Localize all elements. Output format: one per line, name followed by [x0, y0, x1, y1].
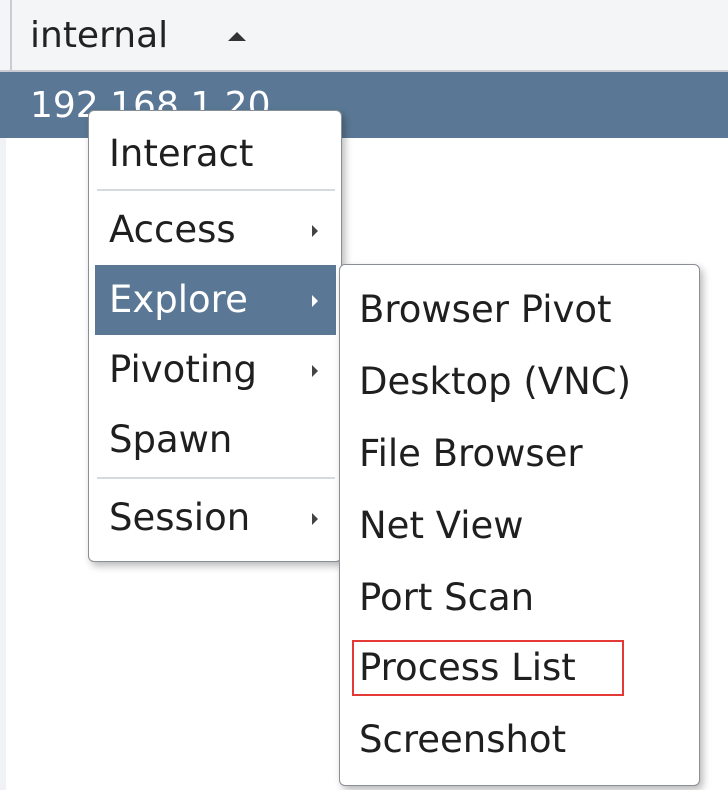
submenu-item-desktop-vnc[interactable]: Desktop (VNC): [348, 345, 692, 415]
menu-item-label: Pivoting: [109, 348, 258, 391]
menu-item-pivoting[interactable]: Pivoting: [95, 335, 336, 405]
submenu-item-label: Desktop (VNC): [359, 360, 632, 403]
submenu-item-label: Browser Pivot: [359, 288, 612, 331]
explore-submenu: Browser Pivot Desktop (VNC) File Browser…: [339, 264, 700, 786]
submenu-arrow-icon: [312, 365, 318, 377]
menu-item-explore[interactable]: Explore: [95, 265, 336, 335]
header-divider: [10, 0, 12, 72]
menu-item-label: Access: [109, 208, 236, 251]
table-header: internal: [0, 0, 728, 72]
table-left-edge: [0, 138, 6, 790]
submenu-arrow-icon: [312, 225, 318, 237]
submenu-item-port-scan[interactable]: Port Scan: [348, 561, 692, 631]
menu-item-session[interactable]: Session: [95, 483, 336, 553]
submenu-item-label: Screenshot: [359, 718, 567, 761]
menu-item-label: Explore: [109, 278, 248, 321]
submenu-item-label: Net View: [359, 504, 524, 547]
submenu-item-screenshot[interactable]: Screenshot: [348, 703, 692, 773]
submenu-item-net-view[interactable]: Net View: [348, 489, 692, 559]
menu-separator: [97, 189, 335, 191]
menu-item-interact[interactable]: Interact: [95, 119, 336, 189]
submenu-item-process-list[interactable]: Process List: [348, 631, 692, 701]
menu-item-access[interactable]: Access: [95, 195, 336, 265]
submenu-arrow-icon: [312, 513, 318, 525]
column-header-internal[interactable]: internal: [30, 14, 168, 58]
submenu-item-file-browser[interactable]: File Browser: [348, 417, 692, 487]
menu-separator: [97, 477, 335, 479]
menu-item-label: Spawn: [109, 418, 233, 461]
sort-ascending-icon[interactable]: [228, 32, 246, 41]
submenu-item-browser-pivot[interactable]: Browser Pivot: [348, 273, 692, 343]
menu-item-label: Interact: [109, 132, 254, 175]
submenu-item-label: File Browser: [359, 432, 583, 475]
submenu-item-label: Process List: [359, 646, 576, 689]
submenu-item-label: Port Scan: [359, 576, 535, 619]
submenu-arrow-icon: [312, 295, 318, 307]
menu-item-label: Session: [109, 496, 251, 539]
context-menu: Interact Access Explore Pivoting Spawn S…: [88, 110, 342, 562]
menu-item-spawn[interactable]: Spawn: [95, 405, 336, 475]
